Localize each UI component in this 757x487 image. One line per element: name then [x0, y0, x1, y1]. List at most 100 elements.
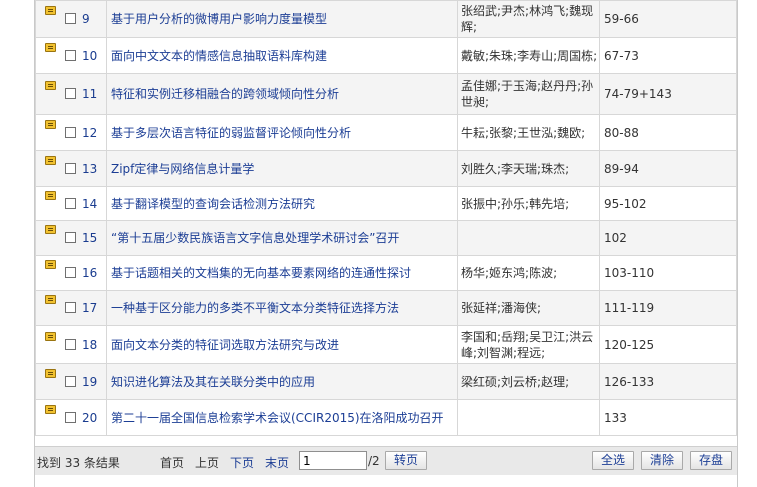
article-title-link[interactable]: 基于多层次语言特征的弱监督评论倾向性分析	[111, 126, 351, 140]
row-number: 11	[82, 87, 98, 101]
row-checkbox[interactable]	[65, 302, 76, 313]
title-cell: 基于话题相关的文档集的无向基本要素网络的连通性探讨	[106, 255, 458, 291]
article-title-link[interactable]: 知识进化算法及其在关联分类中的应用	[111, 375, 315, 389]
authors-cell: 杨华;姬东鸿;陈波;	[457, 255, 600, 291]
clear-button[interactable]: 清除	[641, 451, 683, 470]
row-checkbox[interactable]	[65, 411, 76, 423]
article-title-link[interactable]: Zipf定律与网络信息计量学	[111, 162, 254, 176]
title-cell: “第十五届少数民族语言文字信息处理学术研讨会”召开	[106, 220, 458, 256]
article-title-link[interactable]: 基于话题相关的文档集的无向基本要素网络的连通性探讨	[111, 266, 411, 280]
table-row: 16 基于话题相关的文档集的无向基本要素网络的连通性探讨 杨华;姬东鸿;陈波; 103…	[35, 255, 737, 291]
title-cell: 特征和实例迁移相融合的跨领域倾向性分析	[106, 73, 458, 115]
document-icon[interactable]	[45, 295, 56, 304]
go-page-button[interactable]: 转页	[385, 451, 427, 470]
document-icon[interactable]	[45, 331, 56, 341]
first-page-link[interactable]: 首页	[160, 454, 184, 471]
title-cell: 面向中文文本的情感信息抽取语料库构建	[106, 37, 458, 74]
title-cell: 第二十一届全国信息检索学术会议(CCIR2015)在洛阳成功召开	[106, 399, 458, 436]
results-table: 9 基于用户分析的微博用户影响力度量模型 张绍武;尹杰;林鸿飞;魏现辉; 59-66 1…	[35, 0, 737, 436]
pages-cell: 126-133	[599, 363, 737, 400]
pages-cell: 120-125	[599, 325, 737, 364]
page-number-input[interactable]	[299, 451, 367, 470]
row-select-cell: 16	[35, 255, 107, 291]
article-title-link[interactable]: 面向文本分类的特征词选取方法研究与改进	[111, 338, 339, 352]
document-icon[interactable]	[45, 190, 56, 200]
article-title-link[interactable]: “第十五届少数民族语言文字信息处理学术研讨会”召开	[111, 231, 399, 245]
table-row: 18 面向文本分类的特征词选取方法研究与改进 李国和;岳翔;吴卫江;洪云峰;刘智渊;…	[35, 325, 737, 364]
authors-cell: 张振中;孙乐;韩先培;	[457, 186, 600, 221]
row-checkbox[interactable]	[65, 267, 76, 278]
table-row: 15 “第十五届少数民族语言文字信息处理学术研讨会”召开 102	[35, 220, 737, 256]
authors-cell: 梁红硕;刘云桥;赵理;	[457, 363, 600, 400]
row-number: 14	[82, 196, 98, 211]
row-checkbox[interactable]	[65, 126, 76, 138]
row-select-cell: 17	[35, 290, 107, 326]
document-icon[interactable]	[45, 42, 56, 52]
table-row: 11 特征和实例迁移相融合的跨领域倾向性分析 孟佳娜;于玉海;赵丹丹;孙世昶; 74-…	[35, 73, 737, 115]
row-select-cell: 15	[35, 220, 107, 256]
pages-cell: 89-94	[599, 150, 737, 187]
row-checkbox[interactable]	[65, 197, 76, 209]
select-all-button[interactable]: 全选	[592, 451, 634, 470]
document-icon[interactable]	[45, 155, 56, 165]
prev-page-link[interactable]: 上页	[195, 454, 219, 471]
document-icon[interactable]	[45, 81, 56, 90]
row-select-cell: 11	[35, 73, 107, 115]
pages-cell: 67-73	[599, 37, 737, 74]
table-row: 20 第二十一届全国信息检索学术会议(CCIR2015)在洛阳成功召开 133	[35, 399, 737, 436]
row-select-cell: 20	[35, 399, 107, 436]
pages-cell: 95-102	[599, 186, 737, 221]
pages-cell: 111-119	[599, 290, 737, 326]
document-icon[interactable]	[45, 6, 56, 15]
authors-cell: 张绍武;尹杰;林鸿飞;魏现辉;	[457, 0, 600, 38]
next-page-link[interactable]: 下页	[230, 454, 254, 471]
row-select-cell: 18	[35, 325, 107, 364]
pages-cell: 133	[599, 399, 737, 436]
row-checkbox[interactable]	[65, 232, 76, 243]
article-title-link[interactable]: 特征和实例迁移相融合的跨领域倾向性分析	[111, 87, 339, 101]
row-checkbox[interactable]	[65, 375, 76, 387]
document-icon[interactable]	[45, 225, 56, 234]
row-checkbox[interactable]	[65, 13, 76, 24]
document-icon[interactable]	[45, 368, 56, 378]
document-icon[interactable]	[45, 404, 56, 414]
row-checkbox[interactable]	[65, 88, 76, 99]
row-number: 12	[82, 125, 98, 140]
pages-cell: 102	[599, 220, 737, 256]
pages-cell: 103-110	[599, 255, 737, 291]
table-row: 14 基于翻译模型的查询会话检测方法研究 张振中;孙乐;韩先培; 95-102	[35, 186, 737, 221]
pages-cell: 59-66	[599, 0, 737, 38]
results-panel: 9 基于用户分析的微博用户影响力度量模型 张绍武;尹杰;林鸿飞;魏现辉; 59-66 1…	[34, 0, 738, 487]
row-number: 13	[82, 161, 98, 176]
save-button[interactable]: 存盘	[690, 451, 732, 470]
pagination-bar: 找到 33 条结果 首页 上页 下页 末页 /2 转页 全选 清除 存盘	[35, 446, 737, 475]
article-title-link[interactable]: 面向中文文本的情感信息抽取语料库构建	[111, 49, 327, 63]
row-number: 15	[82, 231, 98, 245]
row-checkbox[interactable]	[65, 49, 76, 61]
article-title-link[interactable]: 一种基于区分能力的多类不平衡文本分类特征选择方法	[111, 301, 399, 315]
title-cell: Zipf定律与网络信息计量学	[106, 150, 458, 187]
row-checkbox[interactable]	[65, 338, 76, 350]
title-cell: 面向文本分类的特征词选取方法研究与改进	[106, 325, 458, 364]
row-number: 17	[82, 301, 98, 315]
authors-cell: 张延祥;潘海侠;	[457, 290, 600, 326]
last-page-link[interactable]: 末页	[265, 454, 289, 471]
authors-cell: 戴敏;朱珠;李寿山;周国栋;	[457, 37, 600, 74]
table-row: 19 知识进化算法及其在关联分类中的应用 梁红硕;刘云桥;赵理; 126-133	[35, 363, 737, 400]
row-select-cell: 14	[35, 186, 107, 221]
article-title-link[interactable]: 基于用户分析的微博用户影响力度量模型	[111, 12, 327, 26]
authors-cell: 孟佳娜;于玉海;赵丹丹;孙世昶;	[457, 73, 600, 115]
authors-cell: 牛耘;张黎;王世泓;魏欧;	[457, 114, 600, 151]
article-title-link[interactable]: 第二十一届全国信息检索学术会议(CCIR2015)在洛阳成功召开	[111, 411, 444, 425]
row-select-cell: 13	[35, 150, 107, 187]
article-title-link[interactable]: 基于翻译模型的查询会话检测方法研究	[111, 197, 315, 211]
title-cell: 知识进化算法及其在关联分类中的应用	[106, 363, 458, 400]
row-checkbox[interactable]	[65, 162, 76, 174]
document-icon[interactable]	[45, 260, 56, 269]
document-icon[interactable]	[45, 119, 56, 129]
result-count: 找到 33 条结果	[37, 456, 120, 470]
row-number: 10	[82, 48, 98, 63]
table-row: 13 Zipf定律与网络信息计量学 刘胜久;李天瑞;珠杰; 89-94	[35, 150, 737, 187]
table-row: 10 面向中文文本的情感信息抽取语料库构建 戴敏;朱珠;李寿山;周国栋; 67-73	[35, 37, 737, 74]
row-number: 18	[82, 337, 98, 352]
